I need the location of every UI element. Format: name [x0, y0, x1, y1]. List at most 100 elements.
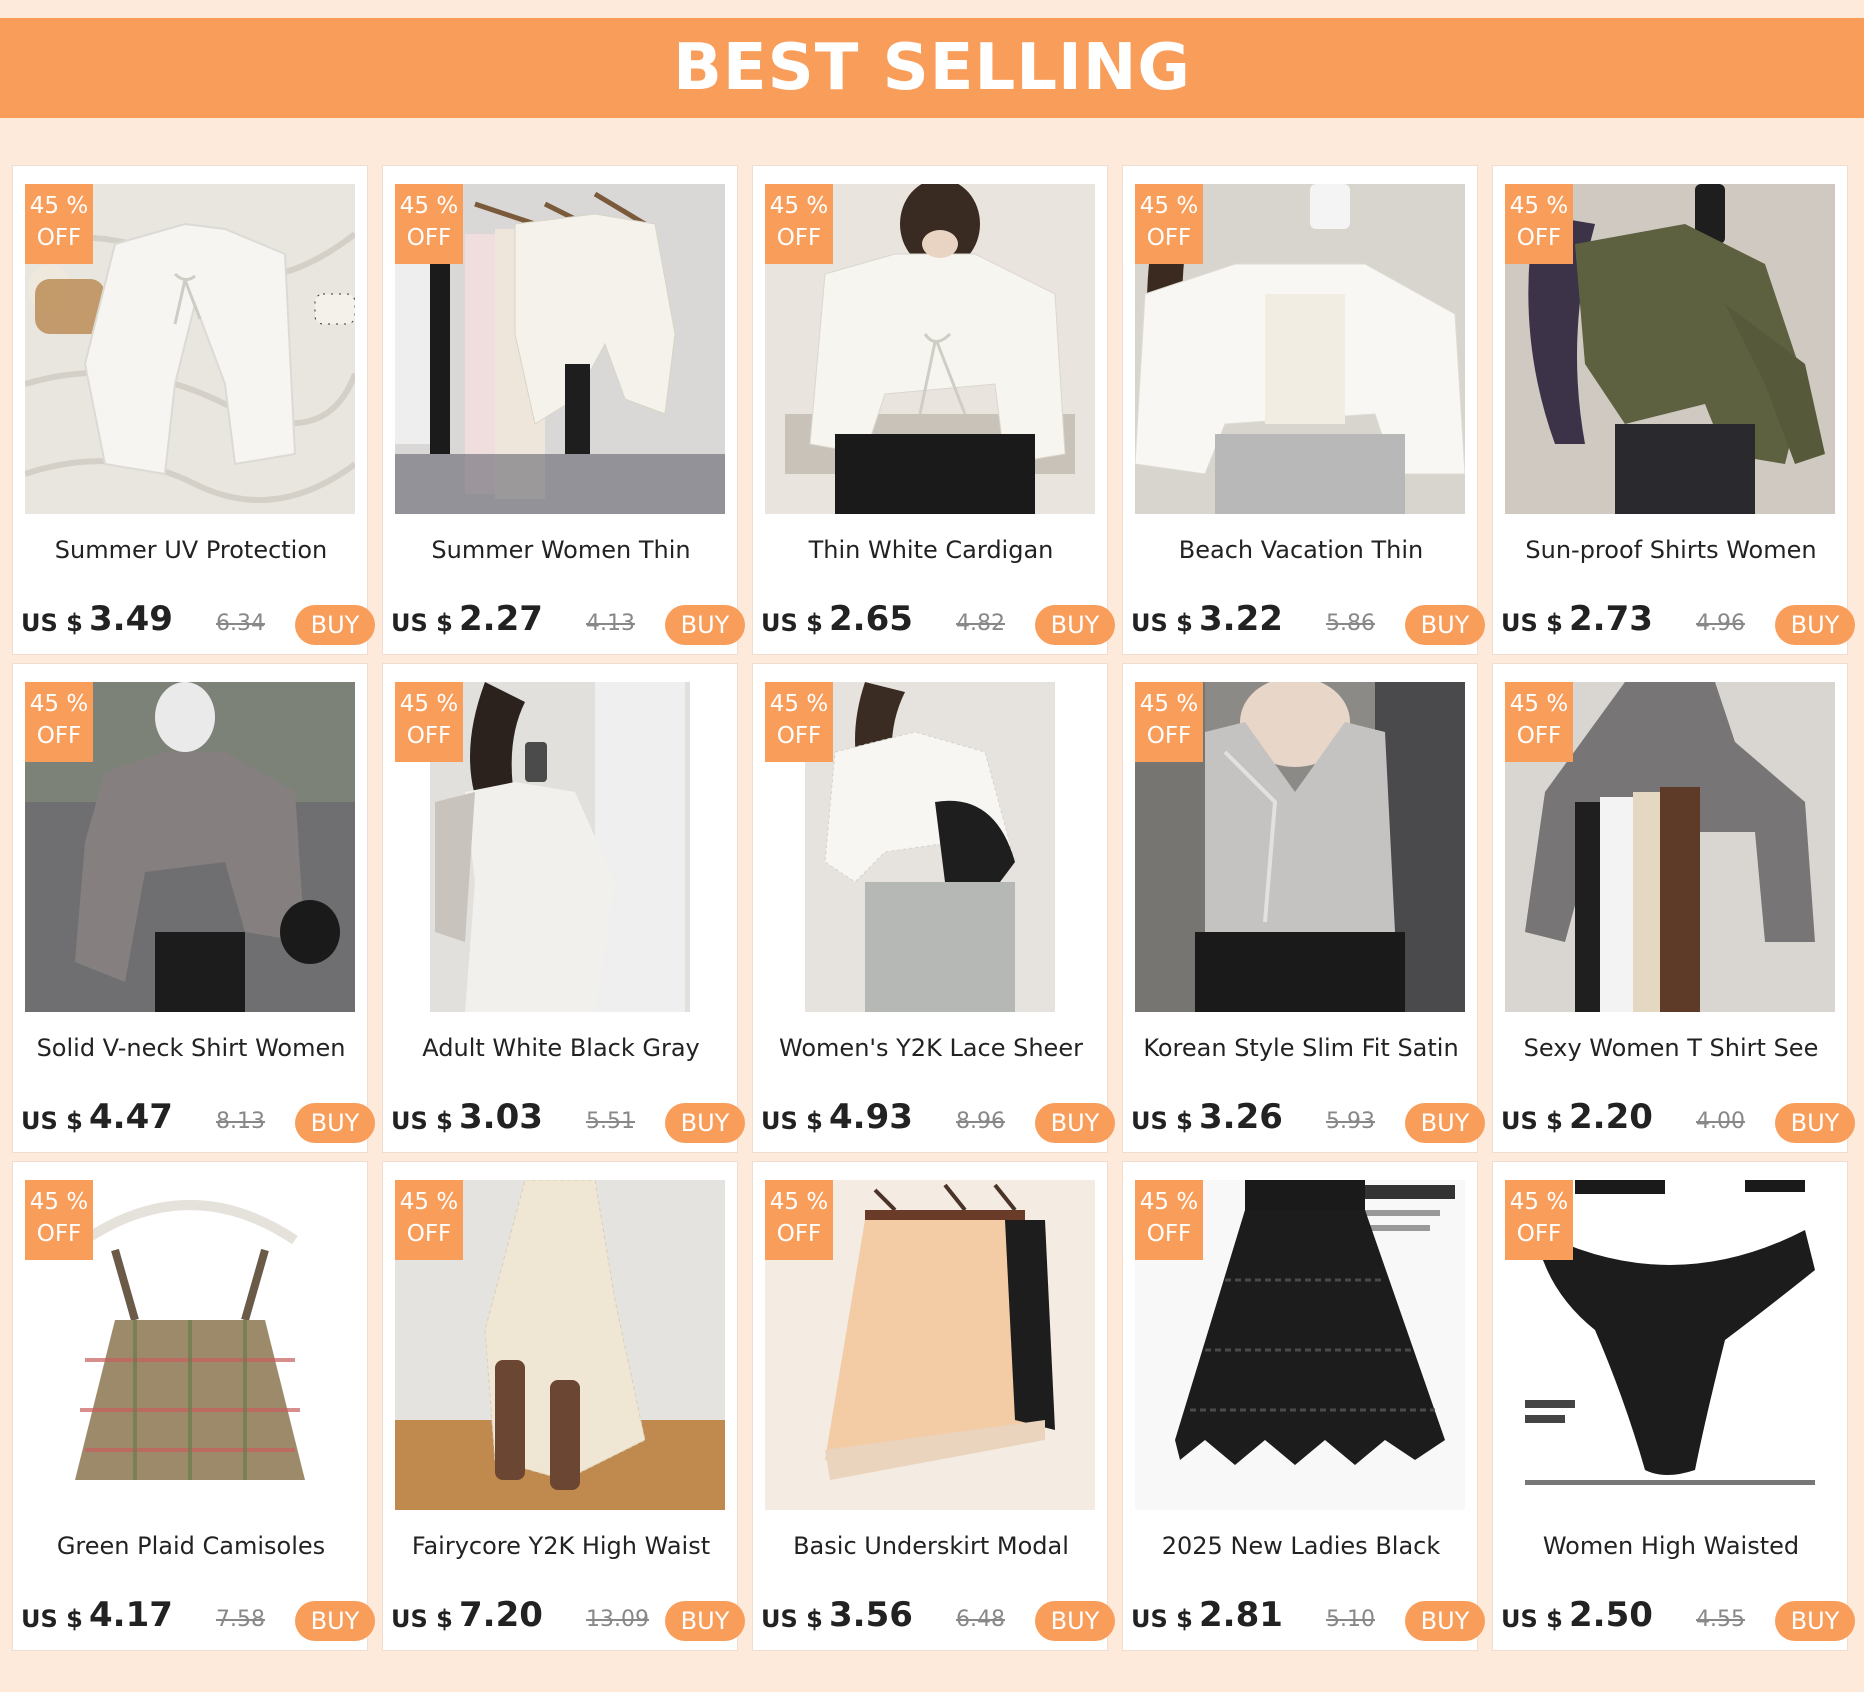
product-price: 3.26 — [1199, 1097, 1283, 1137]
product-price: 4.17 — [89, 1595, 173, 1635]
product-title[interactable]: Sexy Women T Shirt See — [1493, 1034, 1849, 1062]
product-image[interactable]: 45 % OFF — [395, 184, 725, 514]
discount-badge: 45 % OFF — [1505, 682, 1573, 762]
product-image[interactable]: 45 % OFF — [1135, 1180, 1465, 1510]
discount-badge: 45 % OFF — [25, 682, 93, 762]
buy-button[interactable]: BUY — [295, 605, 375, 645]
product-title[interactable]: Sun-proof Shirts Women — [1493, 536, 1849, 564]
product-card[interactable]: 45 % OFF Korean Style Slim Fit Satin US $… — [1122, 663, 1485, 1153]
original-price: 5.51 — [586, 1109, 635, 1134]
discount-badge: 45 % OFF — [25, 184, 93, 264]
product-card[interactable]: 45 % OFF Summer UV Protection US $ 3.49 6… — [12, 165, 375, 655]
product-image[interactable]: 45 % OFF — [395, 682, 725, 1012]
buy-button[interactable]: BUY — [1035, 1103, 1115, 1143]
product-image[interactable]: 45 % OFF — [1505, 184, 1835, 514]
product-image[interactable]: 45 % OFF — [25, 1180, 355, 1510]
currency-label: US $ — [1131, 609, 1193, 637]
buy-button[interactable]: BUY — [295, 1601, 375, 1641]
product-image[interactable]: 45 % OFF — [25, 184, 355, 514]
currency-label: US $ — [391, 1605, 453, 1633]
buy-button[interactable]: BUY — [1035, 1601, 1115, 1641]
product-card[interactable]: 45 % OFF Sun-proof Shirts Women US $ 2.73… — [1492, 165, 1855, 655]
product-title[interactable]: Adult White Black Gray — [383, 1034, 739, 1062]
product-card[interactable]: 45 % OFF Thin White Cardigan US $ 2.65 4.… — [752, 165, 1115, 655]
product-title[interactable]: Summer Women Thin — [383, 536, 739, 564]
discount-badge: 45 % OFF — [1135, 184, 1203, 264]
original-price: 5.10 — [1326, 1607, 1375, 1632]
discount-percent: 45 % — [399, 1189, 459, 1215]
product-title[interactable]: Solid V-neck Shirt Women — [13, 1034, 369, 1062]
buy-button[interactable]: BUY — [1775, 605, 1855, 645]
price-row: US $ 2.50 4.55 BUY — [1501, 1595, 1855, 1645]
currency-label: US $ — [1131, 1605, 1193, 1633]
price-row: US $ 3.56 6.48 BUY — [761, 1595, 1115, 1645]
best-selling-banner: BEST SELLING — [0, 18, 1864, 118]
buy-button[interactable]: BUY — [665, 1601, 745, 1641]
buy-button[interactable]: BUY — [1405, 1601, 1485, 1641]
buy-button[interactable]: BUY — [1405, 605, 1485, 645]
discount-percent: 45 % — [29, 193, 89, 219]
product-image[interactable]: 45 % OFF — [1505, 682, 1835, 1012]
product-title[interactable]: Fairycore Y2K High Waist — [383, 1532, 739, 1560]
product-price: 4.47 — [89, 1097, 173, 1137]
discount-off: OFF — [36, 1221, 82, 1247]
product-card[interactable]: 45 % OFF Sexy Women T Shirt See US $ 2.20… — [1492, 663, 1855, 1153]
price-row: US $ 3.03 5.51 BUY — [391, 1097, 745, 1147]
original-price: 13.09 — [586, 1607, 649, 1632]
discount-off: OFF — [1146, 1221, 1192, 1247]
price-row: US $ 4.93 8.96 BUY — [761, 1097, 1115, 1147]
product-image[interactable]: 45 % OFF — [765, 682, 1095, 1012]
buy-button[interactable]: BUY — [1775, 1601, 1855, 1641]
product-card[interactable]: 45 % OFF Women's Y2K Lace Sheer US $ 4.93… — [752, 663, 1115, 1153]
product-price: 3.56 — [829, 1595, 913, 1635]
product-title[interactable]: Green Plaid Camisoles — [13, 1532, 369, 1560]
product-card[interactable]: 45 % OFF Adult White Black Gray US $ 3.03… — [382, 663, 745, 1153]
original-price: 8.13 — [216, 1109, 265, 1134]
product-title[interactable]: Women High Waisted — [1493, 1532, 1849, 1560]
product-title[interactable]: 2025 New Ladies Black — [1123, 1532, 1479, 1560]
product-title[interactable]: Summer UV Protection — [13, 536, 369, 564]
product-card[interactable]: 45 % OFF Beach Vacation Thin US $ 3.22 5.… — [1122, 165, 1485, 655]
product-card[interactable]: 45 % OFF Basic Underskirt Modal US $ 3.56… — [752, 1161, 1115, 1651]
product-title[interactable]: Beach Vacation Thin — [1123, 536, 1479, 564]
original-price: 5.86 — [1326, 611, 1375, 636]
discount-percent: 45 % — [399, 193, 459, 219]
product-card[interactable]: 45 % OFF Green Plaid Camisoles US $ 4.17 … — [12, 1161, 375, 1651]
discount-percent: 45 % — [1139, 193, 1199, 219]
product-title[interactable]: Women's Y2K Lace Sheer — [753, 1034, 1109, 1062]
original-price: 4.96 — [1696, 611, 1745, 636]
product-title[interactable]: Basic Underskirt Modal — [753, 1532, 1109, 1560]
buy-button[interactable]: BUY — [295, 1103, 375, 1143]
price-row: US $ 4.47 8.13 BUY — [21, 1097, 375, 1147]
price-row: US $ 2.81 5.10 BUY — [1131, 1595, 1485, 1645]
buy-button[interactable]: BUY — [1775, 1103, 1855, 1143]
buy-button[interactable]: BUY — [665, 605, 745, 645]
product-image[interactable]: 45 % OFF — [1135, 184, 1465, 514]
product-card[interactable]: 45 % OFF Fairycore Y2K High Waist US $ 7.… — [382, 1161, 745, 1651]
product-image[interactable]: 45 % OFF — [1135, 682, 1465, 1012]
buy-button[interactable]: BUY — [665, 1103, 745, 1143]
buy-button[interactable]: BUY — [1035, 605, 1115, 645]
discount-off: OFF — [36, 723, 82, 749]
buy-button[interactable]: BUY — [1405, 1103, 1485, 1143]
product-card[interactable]: 45 % OFF Women High Waisted US $ 2.50 4.5… — [1492, 1161, 1855, 1651]
currency-label: US $ — [391, 609, 453, 637]
discount-off: OFF — [776, 225, 822, 251]
product-image[interactable]: 45 % OFF — [25, 682, 355, 1012]
product-price: 2.27 — [459, 599, 543, 639]
discount-percent: 45 % — [1509, 193, 1569, 219]
product-title[interactable]: Thin White Cardigan — [753, 536, 1109, 564]
discount-off: OFF — [1516, 723, 1562, 749]
product-image[interactable]: 45 % OFF — [765, 1180, 1095, 1510]
product-image[interactable]: 45 % OFF — [1505, 1180, 1835, 1510]
product-card[interactable]: 45 % OFF Summer Women Thin US $ 2.27 4.13… — [382, 165, 745, 655]
discount-off: OFF — [1516, 1221, 1562, 1247]
product-image[interactable]: 45 % OFF — [395, 1180, 725, 1510]
product-card[interactable]: 45 % OFF Solid V-neck Shirt Women US $ 4.… — [12, 663, 375, 1153]
product-card[interactable]: 45 % OFF 2025 New Ladies Black US $ 2.81 … — [1122, 1161, 1485, 1651]
discount-off: OFF — [406, 723, 452, 749]
product-title[interactable]: Korean Style Slim Fit Satin — [1123, 1034, 1479, 1062]
product-image[interactable]: 45 % OFF — [765, 184, 1095, 514]
discount-percent: 45 % — [769, 1189, 829, 1215]
original-price: 6.34 — [216, 611, 265, 636]
